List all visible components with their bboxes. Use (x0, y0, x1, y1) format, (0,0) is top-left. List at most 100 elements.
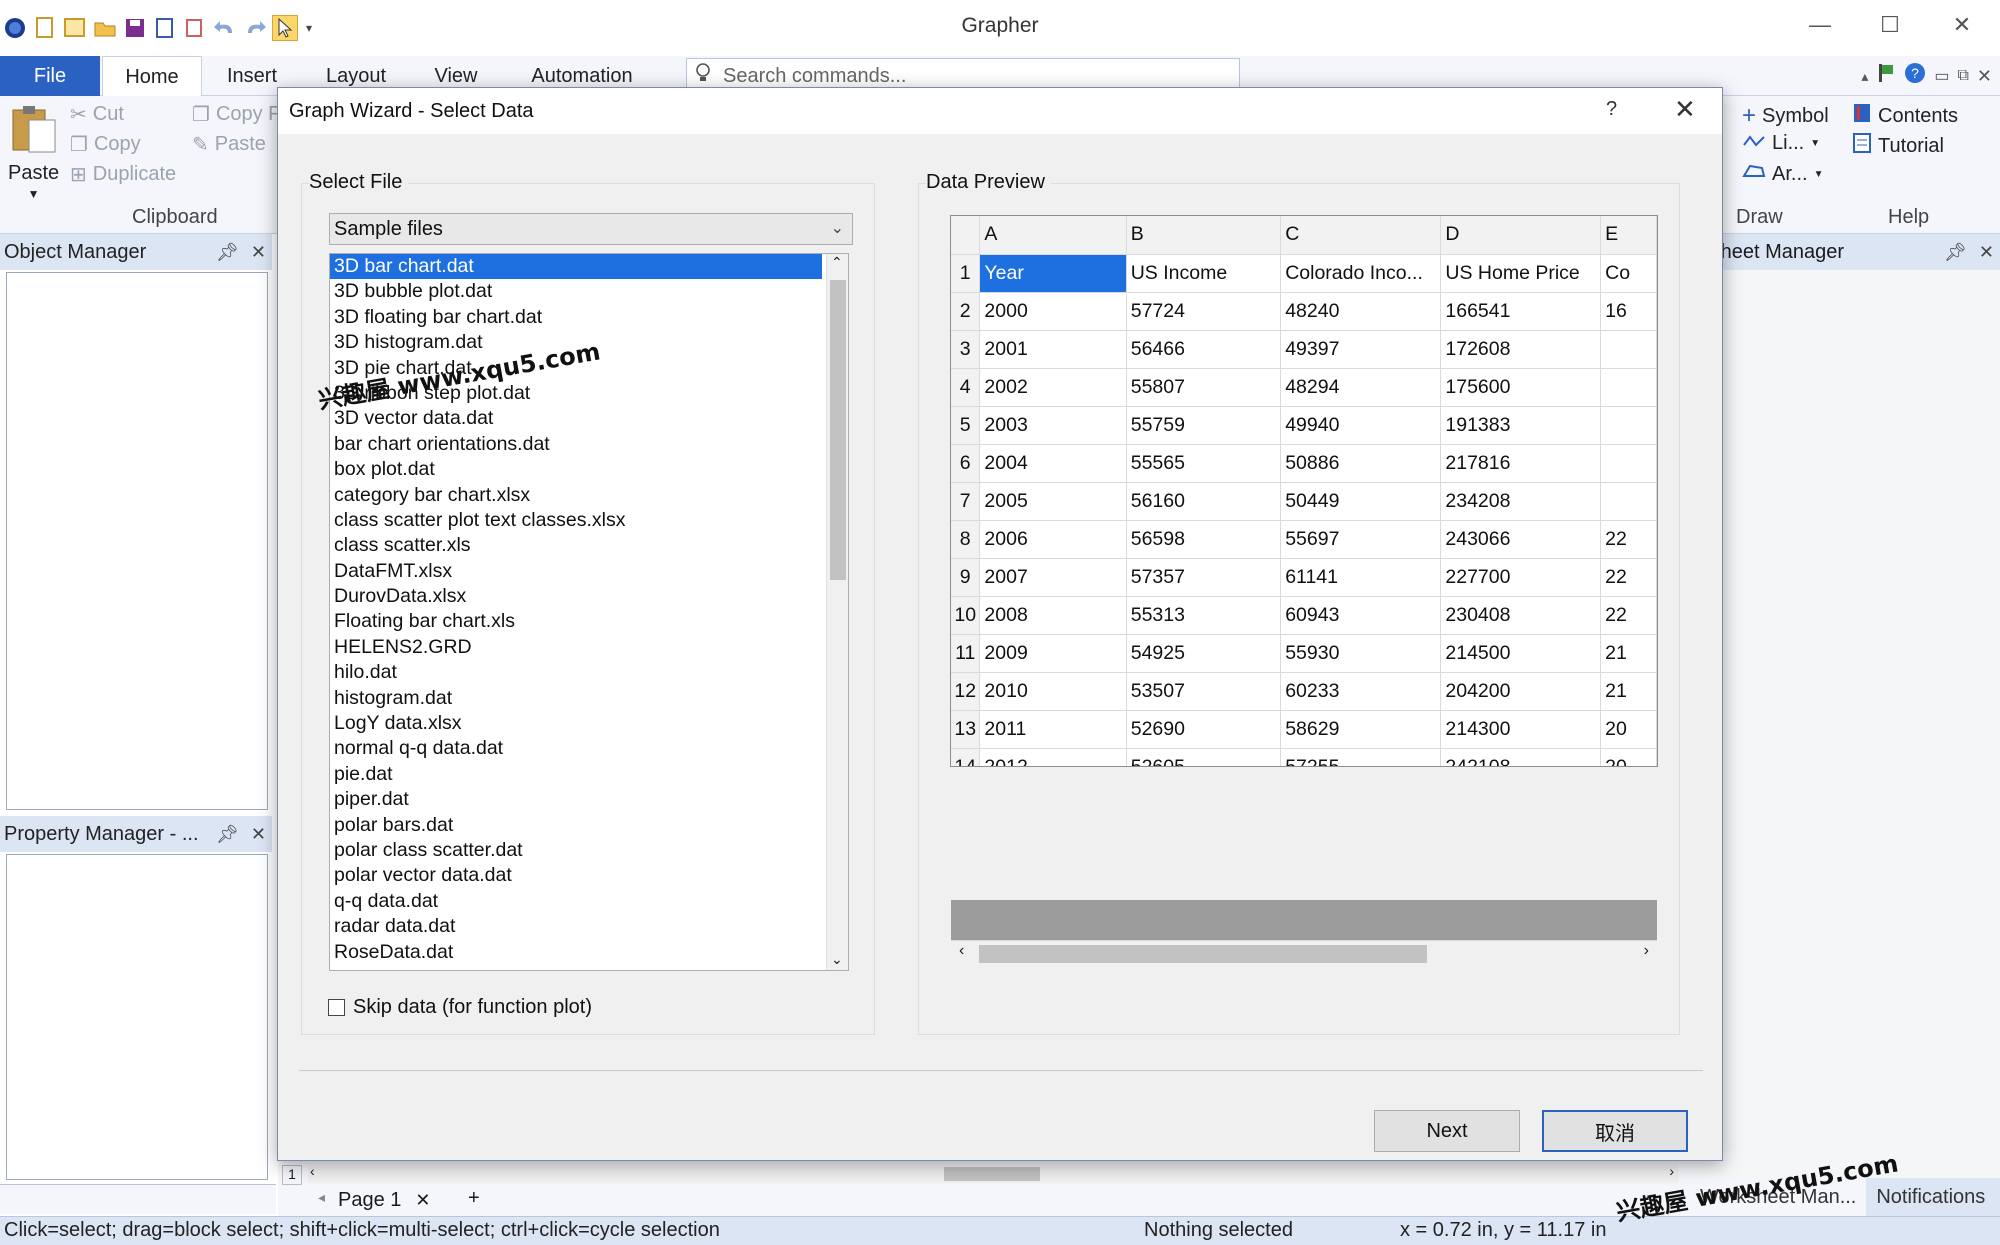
property-manager-body[interactable] (6, 854, 268, 1180)
table-cell[interactable]: 16 (1600, 292, 1657, 331)
file-list-scrollbar[interactable]: ⌃ ⌄ (826, 254, 848, 970)
table-cell[interactable]: 2011 (979, 710, 1127, 749)
line-dropdown-icon[interactable]: ▼ (1810, 138, 1820, 149)
paste-format-button[interactable]: ✎ Paste (192, 132, 266, 157)
table-cell[interactable] (1600, 482, 1657, 521)
row-header[interactable]: 5 (951, 406, 981, 445)
grid-corner[interactable] (951, 216, 981, 255)
file-list-item[interactable]: LogY data.xlsx (330, 711, 822, 736)
table-cell[interactable] (1600, 330, 1657, 369)
tab-home[interactable]: Home (102, 56, 202, 97)
row-header[interactable]: 13 (951, 710, 981, 749)
table-cell[interactable]: 21 (1600, 672, 1657, 711)
horizontal-scrollbar[interactable]: ‹ › (308, 1163, 1678, 1183)
close-tab-icon[interactable]: ✕ (415, 1190, 430, 1211)
table-cell[interactable]: 57357 (1126, 558, 1282, 597)
file-list-item[interactable]: box plot.dat (330, 457, 822, 482)
table-cell[interactable]: 2003 (979, 406, 1127, 445)
table-cell[interactable]: 57724 (1126, 292, 1282, 331)
table-cell[interactable]: US Income (1126, 254, 1282, 293)
restore-doc-icon[interactable]: ⧉ (1957, 67, 1968, 85)
scroll-thumb[interactable] (944, 1167, 1040, 1181)
dialog-help-button[interactable]: ? (1606, 98, 1617, 121)
table-cell[interactable]: 217816 (1440, 444, 1602, 483)
maximize-button[interactable]: ☐ (1860, 10, 1920, 40)
table-cell[interactable]: 52605 (1126, 748, 1282, 766)
tab-file[interactable]: File (0, 56, 100, 96)
table-cell[interactable]: 52690 (1126, 710, 1282, 749)
table-cell[interactable]: 2001 (979, 330, 1127, 369)
collapse-ribbon-icon[interactable]: ▴ (1861, 68, 1868, 85)
table-cell[interactable]: 55565 (1126, 444, 1282, 483)
row-header[interactable]: 4 (951, 368, 981, 407)
table-cell[interactable]: 49940 (1280, 406, 1442, 445)
row-header[interactable]: 14 (951, 748, 981, 766)
file-list-item[interactable]: pie.dat (330, 762, 822, 787)
table-cell[interactable]: 172608 (1440, 330, 1602, 369)
row-header[interactable]: 12 (951, 672, 981, 711)
table-cell[interactable]: 20 (1600, 710, 1657, 749)
table-cell[interactable]: 55807 (1126, 368, 1282, 407)
tutorial-button[interactable]: Tutorial (1852, 132, 1944, 160)
file-list-item[interactable]: 3D floating bar chart.dat (330, 305, 822, 330)
file-list-item[interactable]: polar bars.dat (330, 813, 822, 838)
file-list-item[interactable]: polar class scatter.dat (330, 838, 822, 863)
area-button[interactable]: Ar... ▼ (1742, 162, 1823, 186)
column-header[interactable]: D (1440, 216, 1602, 255)
grid-horizontal-scrollbar[interactable]: ‹ › (951, 940, 1657, 966)
table-cell[interactable]: 55313 (1126, 596, 1282, 635)
table-cell[interactable]: 56160 (1126, 482, 1282, 521)
scroll-down-icon[interactable]: ⌄ (831, 951, 843, 968)
table-cell[interactable]: 2009 (979, 634, 1127, 673)
file-list-item[interactable]: 3D vector data.dat (330, 406, 822, 431)
table-cell[interactable]: US Home Price (1440, 254, 1602, 293)
scroll-left-icon[interactable]: ‹ (959, 942, 964, 960)
table-cell[interactable]: 214500 (1440, 634, 1602, 673)
table-cell[interactable]: 49397 (1280, 330, 1442, 369)
table-cell[interactable]: 48294 (1280, 368, 1442, 407)
file-list-item[interactable]: class scatter plot text classes.xlsx (330, 508, 822, 533)
pin-icon[interactable]: 📌︎ (1944, 242, 1967, 263)
line-button[interactable]: Li... ▼ (1742, 132, 1820, 155)
table-cell[interactable]: 175600 (1440, 368, 1602, 407)
table-cell[interactable]: 21 (1600, 634, 1657, 673)
pin-icon[interactable]: 📌︎ (216, 242, 239, 263)
flag-icon[interactable] (1876, 62, 1896, 90)
table-cell[interactable]: 56466 (1126, 330, 1282, 369)
minimize-button[interactable]: — (1790, 10, 1850, 40)
table-cell[interactable]: 166541 (1440, 292, 1602, 331)
page-tab-page1[interactable]: Page 1 ✕ (338, 1187, 430, 1213)
help-circle-icon[interactable]: ? (1904, 62, 1926, 90)
file-list-item[interactable]: DataFMT.xlsx (330, 559, 822, 584)
file-list-item[interactable]: class scatter.xls (330, 533, 822, 558)
table-cell[interactable]: 61141 (1280, 558, 1442, 597)
file-list-item[interactable]: 3D bar chart.dat (330, 254, 822, 280)
cut-button[interactable]: ✂ Cut (70, 102, 124, 127)
minimize-doc-icon[interactable]: ▭ (1934, 66, 1949, 86)
row-header[interactable]: 10 (951, 596, 981, 635)
cancel-button[interactable]: 取消 (1542, 1110, 1688, 1152)
file-list-item[interactable]: histogram.dat (330, 686, 822, 711)
table-cell[interactable]: 2008 (979, 596, 1127, 635)
table-cell[interactable] (1600, 368, 1657, 407)
table-cell[interactable]: 55759 (1126, 406, 1282, 445)
table-cell[interactable]: 2000 (979, 292, 1127, 331)
column-header[interactable]: A (979, 216, 1127, 255)
column-header[interactable]: C (1280, 216, 1442, 255)
table-cell[interactable]: 50886 (1280, 444, 1442, 483)
row-header[interactable]: 1 (951, 254, 981, 293)
table-cell[interactable]: 22 (1600, 596, 1657, 635)
file-list-item[interactable]: polar vector data.dat (330, 863, 822, 888)
close-window-button[interactable]: ✕ (1932, 10, 1992, 40)
table-cell[interactable]: 60233 (1280, 672, 1442, 711)
table-cell[interactable]: 57255 (1280, 748, 1442, 766)
scroll-right-icon[interactable]: › (1669, 1163, 1674, 1179)
tab-scroll-left-icon[interactable]: ◂ (318, 1189, 325, 1206)
file-list-item[interactable]: category bar chart.xlsx (330, 483, 822, 508)
scroll-right-icon[interactable]: › (1644, 942, 1649, 960)
column-header[interactable]: B (1126, 216, 1282, 255)
table-cell[interactable]: 55697 (1280, 520, 1442, 559)
contents-button[interactable]: Contents (1852, 102, 1958, 130)
paste-dropdown-icon[interactable]: ▼ (28, 187, 40, 201)
tab-notifications[interactable]: Notifications (1866, 1178, 1995, 1216)
